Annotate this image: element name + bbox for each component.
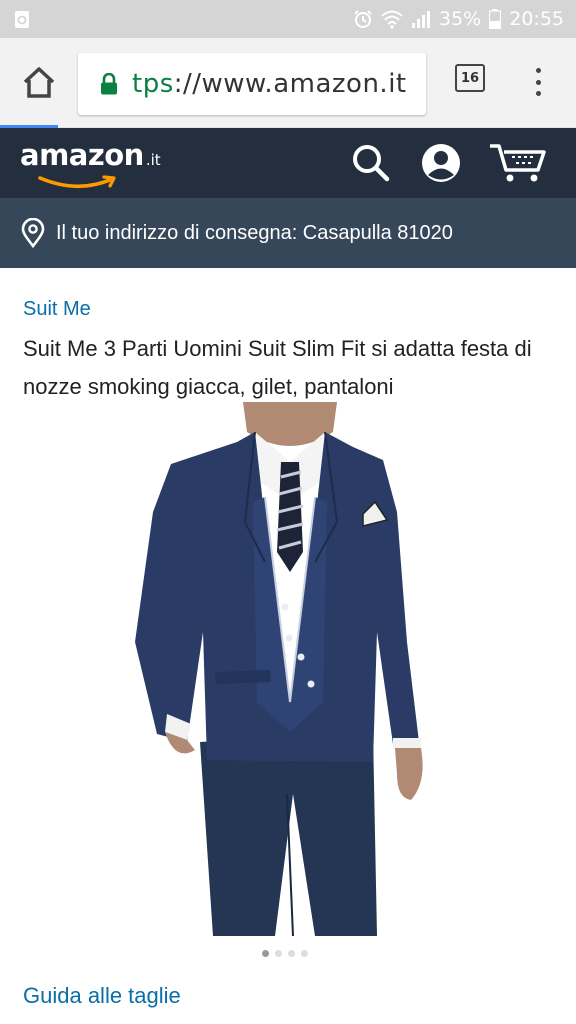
account-icon[interactable] xyxy=(420,142,462,184)
url-scheme: tps xyxy=(132,69,174,99)
amazon-header: amazon .it xyxy=(0,128,576,198)
browser-toolbar: tps://www.amazon.it 16 xyxy=(0,38,576,128)
url-text: tps://www.amazon.it xyxy=(132,69,407,99)
home-icon[interactable] xyxy=(20,63,58,101)
brand-link[interactable]: Suit Me xyxy=(23,298,91,321)
url-host: ://www.amazon.it xyxy=(173,69,407,99)
carousel-dot[interactable] xyxy=(301,950,308,957)
image-carousel-dots[interactable] xyxy=(262,950,308,957)
carousel-dot[interactable] xyxy=(262,950,269,957)
overflow-menu-icon[interactable] xyxy=(528,62,548,102)
battery-icon xyxy=(489,9,502,29)
location-pin-icon xyxy=(21,218,45,248)
battery-percent: 35% xyxy=(439,8,482,30)
tab-count: 16 xyxy=(460,70,480,86)
status-bar: 35% 20:55 xyxy=(0,0,576,38)
tab-switcher-button[interactable]: 16 xyxy=(455,64,485,92)
product-title: Suit Me 3 Parti Uomini Suit Slim Fit si … xyxy=(23,336,532,399)
clock: 20:55 xyxy=(509,8,564,30)
status-icons: 35% 20:55 xyxy=(353,6,564,32)
amazon-logo[interactable]: amazon .it xyxy=(20,138,161,189)
logo-word: amazon xyxy=(20,138,144,172)
search-icon[interactable] xyxy=(350,142,392,184)
logo-smile-icon xyxy=(38,175,116,189)
alarm-icon xyxy=(354,10,372,28)
wifi-icon xyxy=(381,10,403,29)
product-image[interactable] xyxy=(115,402,445,936)
carousel-dot[interactable] xyxy=(288,950,295,957)
clipboard-icon xyxy=(15,11,29,28)
url-bar[interactable]: tps://www.amazon.it xyxy=(78,53,426,115)
size-guide-link[interactable]: Guida alle taglie xyxy=(23,983,181,1009)
lock-icon xyxy=(101,73,117,95)
logo-tld: .it xyxy=(145,151,161,169)
cart-icon[interactable] xyxy=(488,142,548,184)
delivery-address-bar[interactable]: Il tuo indirizzo di consegna: Casapulla … xyxy=(0,198,576,268)
signal-icon xyxy=(412,11,430,28)
carousel-dot[interactable] xyxy=(275,950,282,957)
delivery-address-text: Il tuo indirizzo di consegna: Casapulla … xyxy=(56,221,453,244)
